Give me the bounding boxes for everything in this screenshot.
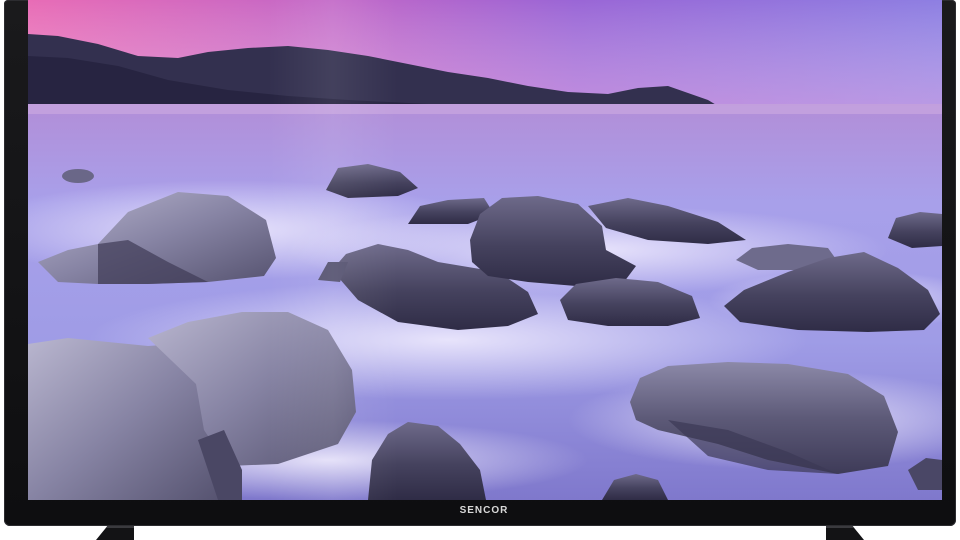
product-photo: SENCOR [0, 0, 960, 540]
tv-stand-foot-icon [826, 526, 864, 540]
tv-screen-image [28, 0, 942, 500]
tv-bezel: SENCOR [4, 0, 956, 526]
brand-logo: SENCOR [459, 505, 509, 516]
tv-stand-foot-icon [96, 526, 134, 540]
